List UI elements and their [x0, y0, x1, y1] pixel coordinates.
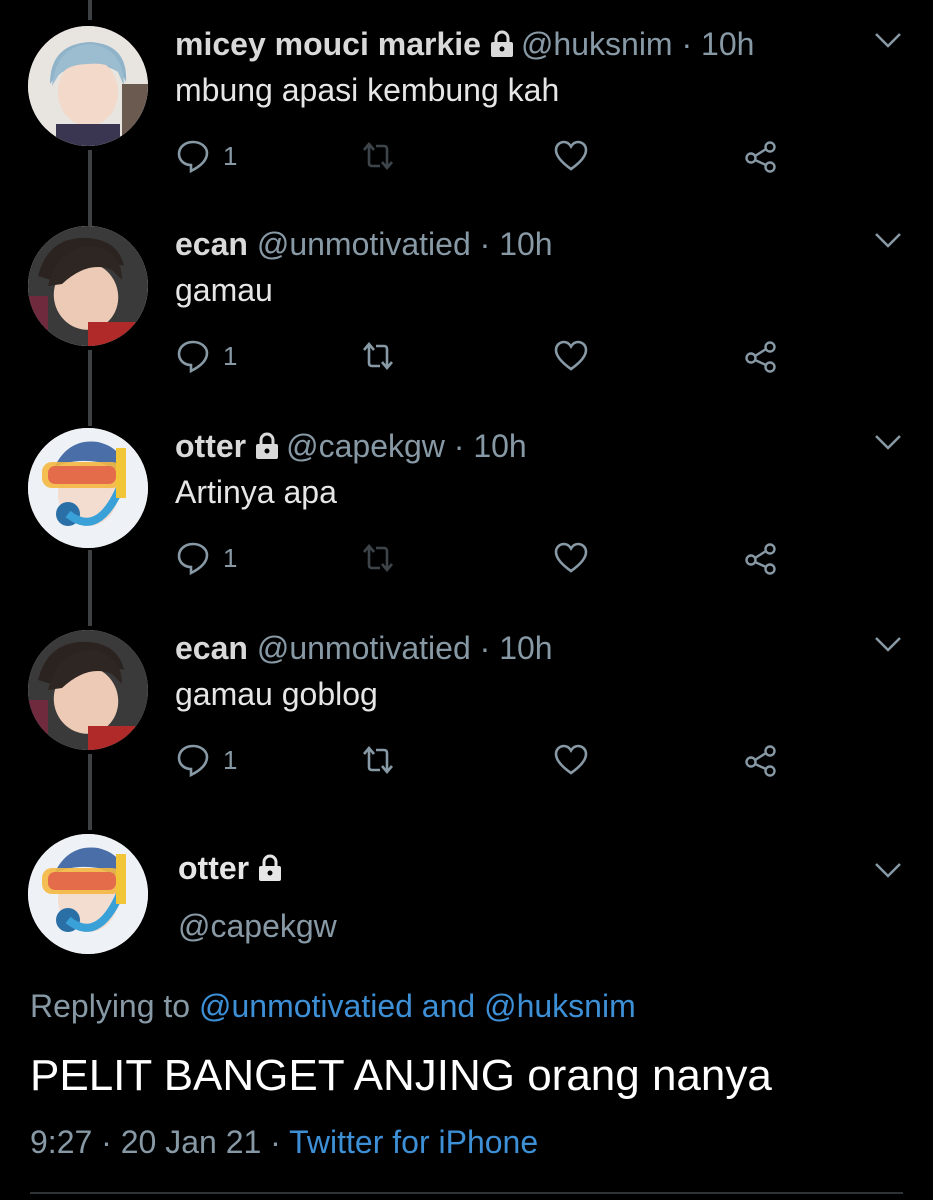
chevron-down-icon[interactable]	[872, 634, 904, 654]
separator-dot: ·	[101, 1124, 112, 1160]
tweet-text: Artinya apa	[175, 474, 337, 510]
divider	[30, 1192, 903, 1194]
chevron-down-icon[interactable]	[872, 860, 904, 880]
display-name[interactable]: micey mouci markie	[175, 26, 481, 62]
tweet[interactable]: ecan @unmotivatied · 10h gamau 1	[0, 200, 933, 400]
timestamp[interactable]: 10h	[499, 630, 552, 666]
tweet-meta: 9:27 · 20 Jan 21 · Twitter for iPhone	[30, 1122, 538, 1162]
reply-count: 1	[223, 542, 238, 573]
like-button[interactable]	[553, 738, 589, 782]
separator-dot: ·	[681, 26, 693, 62]
replying-prefix: Replying to	[30, 988, 191, 1024]
share-icon	[745, 341, 776, 373]
tweet-text: gamau goblog	[175, 676, 378, 712]
tweet-header: ecan @unmotivatied · 10h	[175, 224, 553, 264]
source-link[interactable]: Twitter for iPhone	[289, 1124, 538, 1160]
action-bar: 1	[175, 334, 795, 378]
separator-dot: ·	[270, 1124, 281, 1160]
retweet-button[interactable]	[360, 738, 396, 782]
like-button[interactable]	[553, 134, 589, 178]
focused-tweet: otter @capekgw Replying to @unmotivatied…	[0, 830, 933, 1200]
tweet[interactable]: otter @capekgw · 10h Artinya apa 1	[0, 402, 933, 602]
display-name[interactable]: ecan	[175, 226, 248, 262]
display-name[interactable]: ecan	[175, 630, 248, 666]
share-button[interactable]	[743, 738, 779, 782]
avatar[interactable]	[28, 834, 148, 954]
tweet-text: gamau	[175, 272, 273, 308]
reply-button[interactable]: 1	[175, 134, 237, 178]
reply-icon	[177, 340, 209, 374]
handle[interactable]: @capekgw	[178, 906, 337, 946]
heart-icon	[554, 140, 588, 171]
lock-icon	[490, 30, 513, 57]
display-name[interactable]: otter	[175, 428, 246, 464]
reply-button[interactable]: 1	[175, 334, 237, 378]
avatar[interactable]	[28, 630, 148, 750]
reply-button[interactable]: 1	[175, 536, 237, 580]
timestamp[interactable]: 10h	[499, 226, 552, 262]
display-name-row: otter	[178, 848, 289, 888]
action-bar: 1	[175, 536, 795, 580]
separator-dot: ·	[479, 630, 491, 666]
like-button[interactable]	[553, 536, 589, 580]
share-icon	[745, 543, 776, 575]
reply-count: 1	[223, 744, 238, 775]
tweet-header: micey mouci markie @huksnim · 10h	[175, 24, 754, 64]
heart-icon	[554, 542, 588, 573]
mention-join[interactable]: and	[422, 988, 475, 1024]
heart-icon	[554, 744, 588, 775]
avatar[interactable]	[28, 26, 148, 146]
separator-dot: ·	[479, 226, 491, 262]
date: 20 Jan 21	[120, 1124, 262, 1160]
mention-link[interactable]: @huksnim	[484, 988, 636, 1024]
avatar[interactable]	[28, 226, 148, 346]
retweet-button[interactable]	[360, 134, 396, 178]
retweet-icon	[363, 341, 393, 371]
chevron-down-icon[interactable]	[872, 30, 904, 50]
avatar[interactable]	[28, 428, 148, 548]
mention-link[interactable]: @unmotivatied	[199, 988, 413, 1024]
heart-icon	[554, 340, 588, 371]
timestamp[interactable]: 10h	[473, 428, 526, 464]
chevron-down-icon[interactable]	[872, 432, 904, 452]
retweet-button[interactable]	[360, 334, 396, 378]
display-name[interactable]: otter	[178, 850, 249, 886]
tweet[interactable]: ecan @unmotivatied · 10h gamau goblog 1	[0, 604, 933, 804]
tweet-header: otter @capekgw · 10h	[175, 426, 527, 466]
reply-icon	[177, 140, 209, 174]
reply-icon	[177, 542, 209, 576]
reply-icon	[177, 744, 209, 778]
retweet-button[interactable]	[360, 536, 396, 580]
share-button[interactable]	[743, 134, 779, 178]
retweet-icon	[363, 543, 393, 573]
handle[interactable]: @unmotivatied	[257, 630, 471, 666]
timestamp[interactable]: 10h	[701, 26, 754, 62]
handle[interactable]: @huksnim	[521, 26, 673, 62]
like-button[interactable]	[553, 334, 589, 378]
retweet-icon	[363, 141, 393, 171]
share-button[interactable]	[743, 536, 779, 580]
share-button[interactable]	[743, 334, 779, 378]
reply-button[interactable]: 1	[175, 738, 237, 782]
retweet-icon	[363, 745, 393, 775]
lock-icon	[259, 854, 282, 881]
lock-icon	[256, 432, 279, 459]
action-bar: 1	[175, 134, 795, 178]
chevron-down-icon[interactable]	[872, 230, 904, 250]
tweet-text: PELIT BANGET ANJING orang nanya	[30, 1051, 772, 1100]
handle[interactable]: @unmotivatied	[257, 226, 471, 262]
action-bar: 1	[175, 738, 795, 782]
share-icon	[745, 141, 776, 173]
reply-count: 1	[223, 340, 238, 371]
replying-to: Replying to @unmotivatied and @huksnim	[30, 986, 636, 1026]
handle[interactable]: @capekgw	[286, 428, 445, 464]
timestamp: 9:27	[30, 1124, 93, 1160]
reply-count: 1	[223, 140, 238, 171]
tweet-header: ecan @unmotivatied · 10h	[175, 628, 553, 668]
tweet[interactable]: micey mouci markie @huksnim · 10h mbung a…	[0, 0, 933, 200]
separator-dot: ·	[453, 428, 465, 464]
tweet-text: mbung apasi kembung kah	[175, 72, 560, 108]
share-icon	[745, 745, 776, 777]
